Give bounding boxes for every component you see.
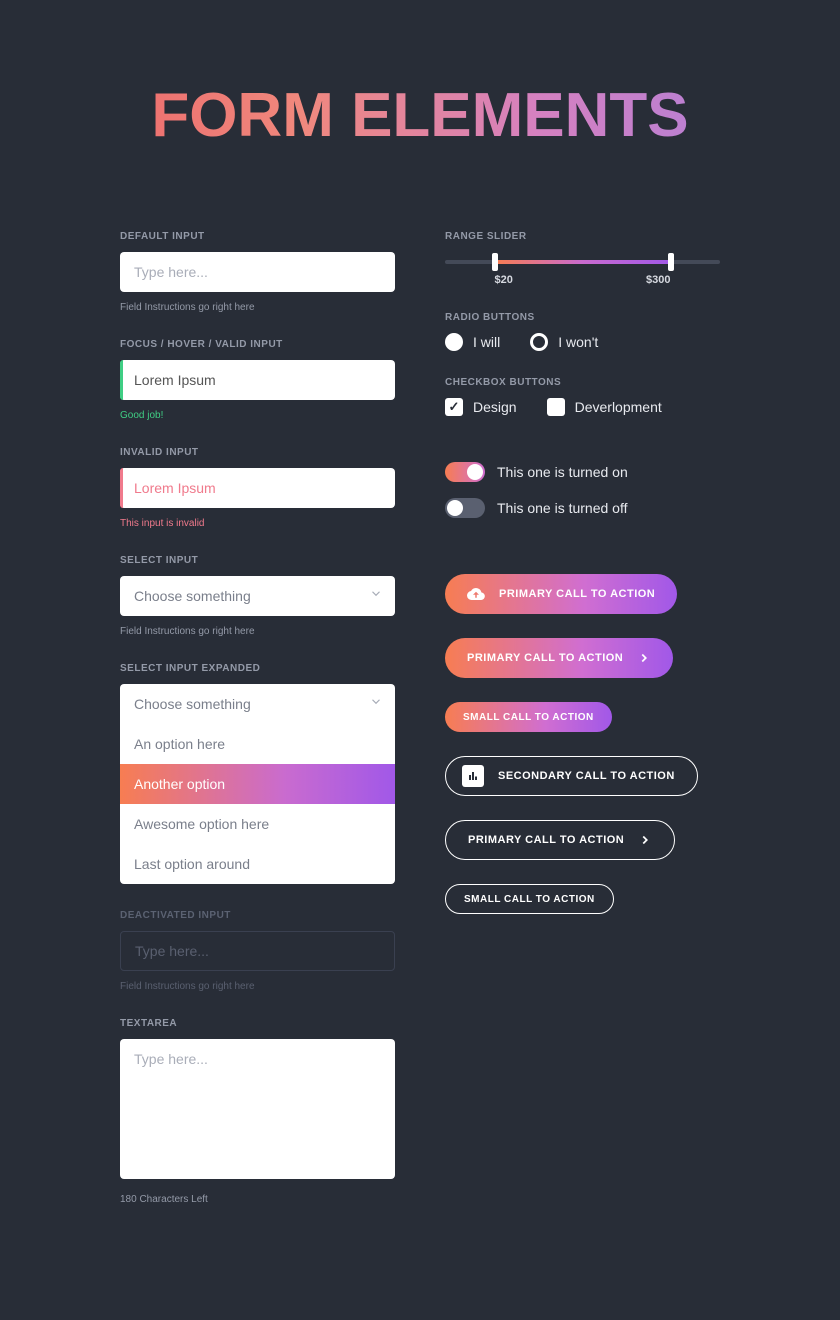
right-column: RANGE SLIDER $20 $300 RADIO BUTTONS I wi…	[445, 231, 720, 1231]
valid-input-hint: Good job!	[120, 410, 395, 421]
radio-option-wont[interactable]: I won't	[530, 333, 598, 351]
range-slider-label: RANGE SLIDER	[445, 231, 720, 242]
error-edge-indicator	[120, 468, 123, 508]
select-input[interactable]: Choose something	[120, 576, 395, 616]
default-input-label: DEFAULT INPUT	[120, 231, 395, 242]
outline-primary-button[interactable]: PRIMARY CALL TO ACTION	[445, 820, 675, 860]
valid-edge-indicator	[120, 360, 123, 400]
button-label: PRIMARY CALL TO ACTION	[468, 834, 624, 846]
range-slider[interactable]	[445, 260, 720, 264]
select-expanded-input[interactable]: Choose something	[120, 684, 395, 724]
chevron-down-icon	[369, 695, 383, 714]
toggle-on[interactable]	[445, 462, 485, 482]
deactivated-input-label: DEACTIVATED INPUT	[120, 910, 395, 921]
primary-button-chev[interactable]: PRIMARY CALL TO ACTION	[445, 638, 673, 678]
small-outline-button[interactable]: SMALL CALL TO ACTION	[445, 884, 614, 914]
button-label: SMALL CALL TO ACTION	[464, 894, 595, 905]
valid-input-label: FOCUS / HOVER / VALID INPUT	[120, 339, 395, 350]
slider-fill	[495, 260, 671, 264]
textarea-block: TEXTAREA 180 Characters Left	[120, 1018, 395, 1205]
toggle-knob	[467, 464, 483, 480]
radio-option-label: I will	[473, 334, 500, 350]
toggle-off-row: This one is turned off	[445, 498, 720, 518]
buttons-group: PRIMARY CALL TO ACTION PRIMARY CALL TO A…	[445, 574, 720, 914]
check-icon: ✓	[449, 399, 460, 415]
button-label: SMALL CALL TO ACTION	[463, 712, 594, 723]
checkbox-icon: ✓	[445, 398, 463, 416]
default-input-block: DEFAULT INPUT Field Instructions go righ…	[120, 231, 395, 313]
slider-max-value: $300	[646, 274, 670, 286]
select-input-hint: Field Instructions go right here	[120, 626, 395, 637]
select-option[interactable]: Awesome option here	[120, 804, 395, 844]
button-label: PRIMARY CALL TO ACTION	[467, 652, 623, 664]
toggle-on-row: This one is turned on	[445, 462, 720, 482]
range-slider-block: RANGE SLIDER $20 $300	[445, 231, 720, 286]
default-input-hint: Field Instructions go right here	[120, 302, 395, 313]
slider-handle-max[interactable]	[668, 253, 674, 271]
small-primary-button[interactable]: SMALL CALL TO ACTION	[445, 702, 612, 732]
slider-min-value: $20	[495, 274, 513, 286]
default-input[interactable]	[120, 252, 395, 292]
deactivated-input-hint: Field Instructions go right here	[120, 981, 395, 992]
toggle-knob	[447, 500, 463, 516]
button-label: PRIMARY CALL TO ACTION	[499, 588, 655, 600]
radio-label: RADIO BUTTONS	[445, 312, 720, 323]
select-input-label: SELECT INPUT	[120, 555, 395, 566]
cloud-upload-icon	[467, 585, 485, 603]
radio-block: RADIO BUTTONS I will I won't	[445, 312, 720, 351]
radio-option-will[interactable]: I will	[445, 333, 500, 351]
select-expanded-label: SELECT INPUT EXPANDED	[120, 663, 395, 674]
select-expanded-block: SELECT INPUT EXPANDED Choose something A…	[120, 663, 395, 884]
invalid-input-label: INVALID INPUT	[120, 447, 395, 458]
secondary-button[interactable]: SECONDARY CALL TO ACTION	[445, 756, 698, 796]
checkbox-design[interactable]: ✓ Design	[445, 398, 517, 416]
textarea-input[interactable]	[120, 1039, 395, 1179]
invalid-input-hint: This input is invalid	[120, 518, 395, 529]
checkbox-option-label: Deverlopment	[575, 399, 662, 415]
invalid-input[interactable]	[120, 468, 395, 508]
textarea-label: TEXTAREA	[120, 1018, 395, 1029]
checkbox-label: CHECKBOX BUTTONS	[445, 377, 720, 388]
select-options-list: An option here Another option Awesome op…	[120, 724, 395, 884]
toggle-off[interactable]	[445, 498, 485, 518]
toggle-on-label: This one is turned on	[497, 464, 628, 480]
toggle-off-label: This one is turned off	[497, 500, 627, 516]
left-column: DEFAULT INPUT Field Instructions go righ…	[120, 231, 395, 1231]
select-option[interactable]: Another option	[120, 764, 395, 804]
primary-button-cloud[interactable]: PRIMARY CALL TO ACTION	[445, 574, 677, 614]
textarea-hint: 180 Characters Left	[120, 1194, 395, 1205]
radio-icon	[530, 333, 548, 351]
select-input-block: SELECT INPUT Choose something Field Inst…	[120, 555, 395, 637]
slider-handle-min[interactable]	[492, 253, 498, 271]
deactivated-input	[120, 931, 395, 971]
chevron-down-icon	[369, 587, 383, 606]
chevron-right-icon	[638, 833, 652, 847]
checkbox-block: CHECKBOX BUTTONS ✓ Design Deverlopment	[445, 377, 720, 416]
select-input-value: Choose something	[134, 588, 251, 604]
valid-input-block: FOCUS / HOVER / VALID INPUT Good job!	[120, 339, 395, 421]
radio-icon	[445, 333, 463, 351]
bar-chart-icon	[462, 765, 484, 787]
radio-option-label: I won't	[558, 334, 598, 350]
select-expanded-value: Choose something	[134, 696, 251, 712]
valid-input[interactable]	[120, 360, 395, 400]
chevron-right-icon	[637, 651, 651, 665]
page-title: FORM ELEMENTS	[120, 80, 720, 151]
checkbox-option-label: Design	[473, 399, 517, 415]
select-option[interactable]: Last option around	[120, 844, 395, 884]
checkbox-icon	[547, 398, 565, 416]
checkbox-development[interactable]: Deverlopment	[547, 398, 662, 416]
select-option[interactable]: An option here	[120, 724, 395, 764]
invalid-input-block: INVALID INPUT This input is invalid	[120, 447, 395, 529]
deactivated-input-block: DEACTIVATED INPUT Field Instructions go …	[120, 910, 395, 992]
button-label: SECONDARY CALL TO ACTION	[498, 770, 675, 782]
